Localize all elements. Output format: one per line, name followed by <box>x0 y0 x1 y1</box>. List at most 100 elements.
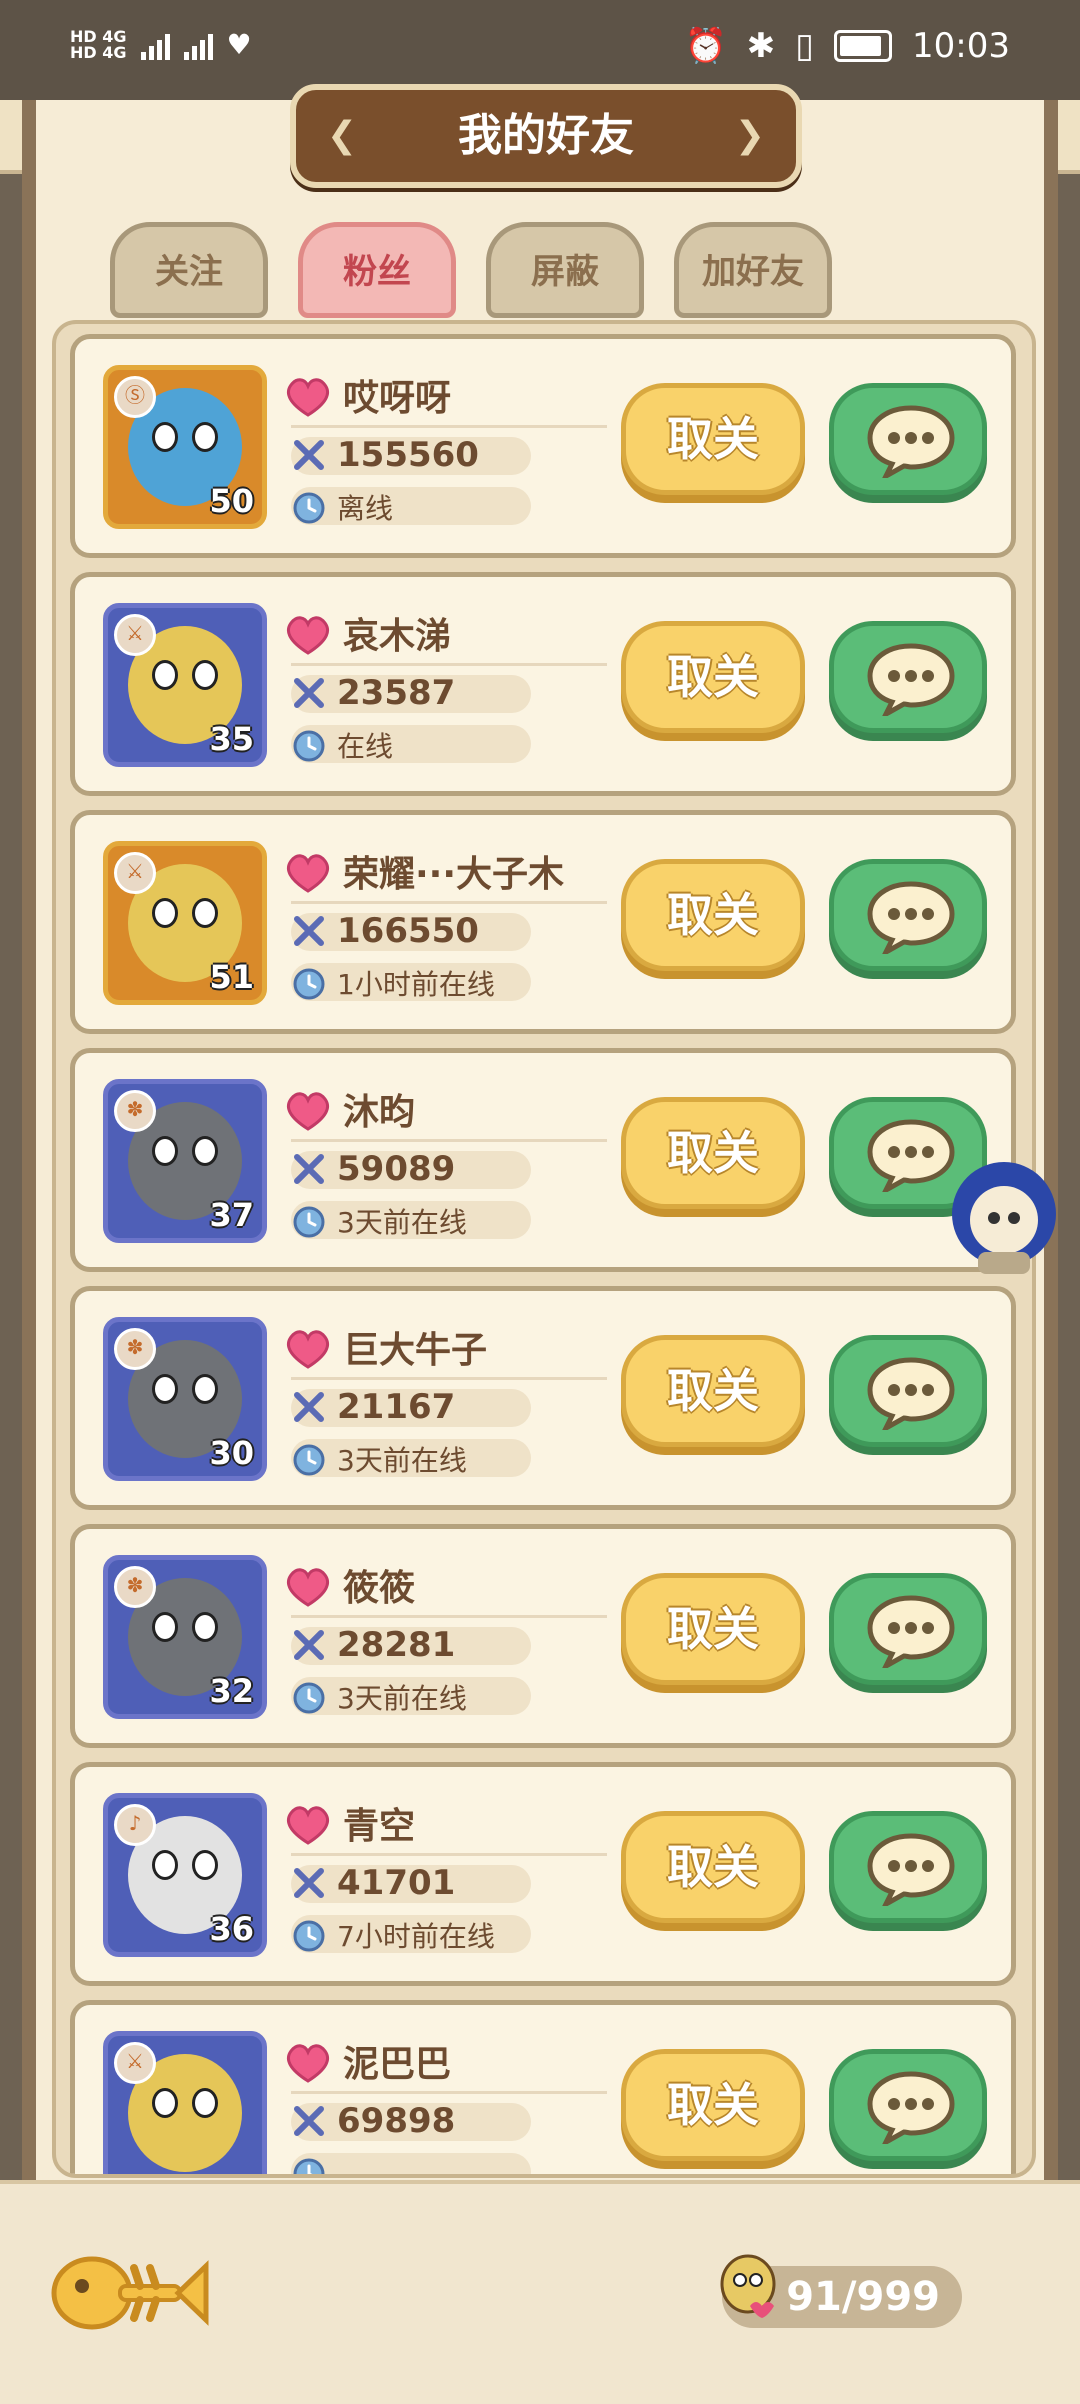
friend-status: 3天前在线 <box>337 1682 467 1715</box>
friend-row[interactable]: ⚔ 35 哀木涕 23587 在线 取关 <box>70 572 1016 796</box>
chat-button[interactable] <box>829 859 987 971</box>
page-title-text: 我的好友 <box>458 110 634 161</box>
heart-status-icon: ♥ <box>226 28 252 61</box>
class-badge-icon: ⚔ <box>114 2042 156 2084</box>
friend-name: 哀木涕 <box>343 616 452 657</box>
avatar-level: 32 <box>209 1672 254 1710</box>
friend-row[interactable]: ⚔ 51 荣耀···大子木 166550 1小时前在线 取关 <box>70 810 1016 1034</box>
friend-avatar[interactable]: ✽ 30 <box>103 1317 267 1481</box>
name-divider <box>291 1853 607 1856</box>
unfollow-button[interactable]: 取关 <box>621 383 805 495</box>
chat-bubble-icon <box>867 1833 955 1906</box>
friend-power: 28281 <box>337 1625 456 1665</box>
signal-bars-icon-2 <box>183 30 213 60</box>
clock-icon <box>293 1920 325 1952</box>
sword-icon <box>294 678 324 708</box>
friend-power: 155560 <box>337 435 479 475</box>
friend-power: 69898 <box>337 2101 456 2141</box>
avatar-level: 37 <box>209 1196 254 1234</box>
back-arrow-icon[interactable]: ❮ <box>322 116 362 156</box>
floating-assistant-avatar[interactable] <box>948 1158 1060 1278</box>
chat-button[interactable] <box>829 1335 987 1447</box>
heart-icon <box>286 616 330 655</box>
heart-icon <box>286 378 330 417</box>
tab-blocked[interactable]: 屏蔽 <box>486 222 644 318</box>
friend-name: 哎呀呀 <box>343 378 452 419</box>
clock-icon <box>293 730 325 762</box>
unfollow-button[interactable]: 取关 <box>621 621 805 733</box>
clock-icon <box>293 2158 325 2174</box>
friend-row[interactable]: ✽ 32 筱筱 28281 3天前在线 取关 <box>70 1524 1016 1748</box>
friend-avatar[interactable]: ⚔ <box>103 2031 267 2174</box>
unfollow-button[interactable]: 取关 <box>621 1573 805 1685</box>
class-badge-icon: ✽ <box>114 1566 156 1608</box>
tab-following[interactable]: 关注 <box>110 222 268 318</box>
name-divider <box>291 663 607 666</box>
name-divider <box>291 425 607 428</box>
friend-row[interactable]: ⚔ 泥巴巴 69898 取关 <box>70 2000 1016 2174</box>
sword-icon <box>294 2106 324 2136</box>
vibrate-icon: ▯ <box>795 26 815 66</box>
friend-avatar[interactable]: Ⓢ 50 <box>103 365 267 529</box>
status-pill <box>291 487 531 525</box>
name-divider <box>291 901 607 904</box>
heart-icon <box>286 1568 330 1607</box>
tab-add-friend[interactable]: 加好友 <box>674 222 832 318</box>
friend-name: 筱筱 <box>343 1568 416 1609</box>
heart-icon <box>286 2044 330 2083</box>
chat-button[interactable] <box>829 2049 987 2161</box>
unfollow-button[interactable]: 取关 <box>621 2049 805 2161</box>
friend-avatar[interactable]: ♪ 36 <box>103 1793 267 1957</box>
sword-icon <box>294 440 324 470</box>
avatar-level: 51 <box>209 958 254 996</box>
friend-row[interactable]: Ⓢ 50 哎呀呀 155560 离线 取关 <box>70 334 1016 558</box>
friend-row[interactable]: ♪ 36 青空 41701 7小时前在线 取关 <box>70 1762 1016 1986</box>
sword-icon <box>294 1392 324 1422</box>
avatar-level: 36 <box>209 1910 254 1948</box>
sword-icon <box>294 1868 324 1898</box>
tab-followers[interactable]: 粉丝 <box>298 222 456 318</box>
friend-status: 7小时前在线 <box>337 1920 495 1953</box>
heart-icon <box>286 1092 330 1131</box>
chat-button[interactable] <box>829 1573 987 1685</box>
status-pill <box>291 2153 531 2174</box>
friend-avatar[interactable]: ✽ 32 <box>103 1555 267 1719</box>
friend-name: 青空 <box>343 1806 416 1847</box>
unfollow-button[interactable]: 取关 <box>621 1811 805 1923</box>
sim2-label: HD 4G <box>70 42 127 62</box>
chat-button[interactable] <box>829 621 987 733</box>
friend-power: 41701 <box>337 1863 456 1903</box>
friend-row[interactable]: ✽ 37 沐昀 59089 3天前在线 取关 <box>70 1048 1016 1272</box>
friend-avatar[interactable]: ⚔ 35 <box>103 603 267 767</box>
friend-row[interactable]: ✽ 30 巨大牛子 21167 3天前在线 取关 <box>70 1286 1016 1510</box>
friend-status: 离线 <box>337 492 394 525</box>
avatar-level: 35 <box>209 720 254 758</box>
friend-avatar[interactable]: ✽ 37 <box>103 1079 267 1243</box>
tab-bar: 关注 粉丝 屏蔽 加好友 <box>110 222 832 318</box>
friend-count-icon <box>720 2254 776 2318</box>
status-pill <box>291 725 531 763</box>
clock-icon <box>293 968 325 1000</box>
friend-name: 沐昀 <box>343 1092 416 1133</box>
clock-icon <box>293 1206 325 1238</box>
chat-bubble-icon <box>867 1119 955 1192</box>
friend-avatar[interactable]: ⚔ 51 <box>103 841 267 1005</box>
chat-button[interactable] <box>829 1811 987 1923</box>
alarm-icon: ⏰ <box>684 26 727 66</box>
forward-arrow-icon: ❯ <box>734 115 766 156</box>
name-divider <box>291 2091 607 2094</box>
friend-power: 59089 <box>337 1149 456 1189</box>
signal-bars-icon <box>140 30 170 60</box>
friend-power: 166550 <box>337 911 479 951</box>
unfollow-button[interactable]: 取关 <box>621 1097 805 1209</box>
friend-power: 21167 <box>337 1387 456 1427</box>
friend-list[interactable]: Ⓢ 50 哎呀呀 155560 离线 取关 ⚔ 35 哀木涕 23587 在线 … <box>52 320 1036 2178</box>
class-badge-icon: ⚔ <box>114 852 156 894</box>
fish-bone-icon[interactable] <box>50 2238 210 2348</box>
chat-button[interactable] <box>829 383 987 495</box>
unfollow-button[interactable]: 取关 <box>621 1335 805 1447</box>
chat-bubble-icon <box>867 1595 955 1668</box>
friend-status: 3天前在线 <box>337 1206 467 1239</box>
unfollow-button[interactable]: 取关 <box>621 859 805 971</box>
heart-icon <box>286 1330 330 1369</box>
